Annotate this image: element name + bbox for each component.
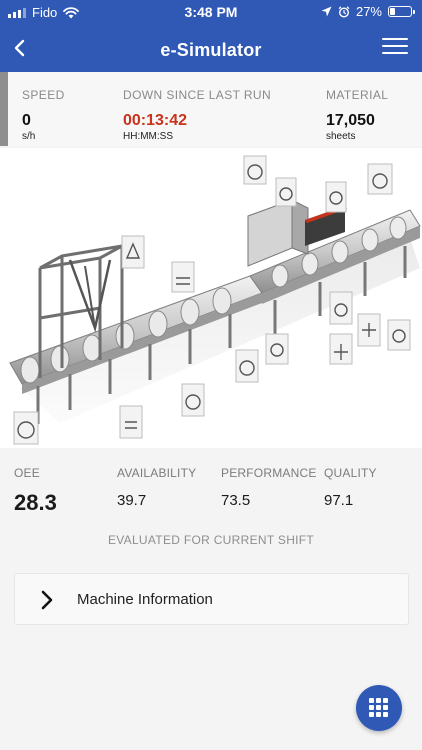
menu-line — [382, 45, 408, 47]
battery-icon — [388, 6, 415, 17]
availability-label: AVAILABILITY — [117, 466, 197, 480]
oee-label: OEE — [14, 466, 40, 480]
apps-grid-button[interactable] — [356, 685, 402, 731]
quality-label: QUALITY — [324, 466, 377, 480]
status-accent-bar — [0, 72, 8, 146]
material-metric: MATERIAL 17,050 sheets — [326, 88, 388, 142]
quality-kpi: QUALITY 97.1 — [324, 466, 377, 509]
speed-label: SPEED — [22, 88, 65, 102]
shift-note: EVALUATED FOR CURRENT SHIFT — [107, 533, 315, 547]
performance-label: PERFORMANCE — [221, 466, 317, 480]
menu-line — [382, 52, 408, 54]
speed-value: 0 — [22, 112, 31, 129]
availability-value: 39.7 — [117, 492, 147, 509]
machine-information-row[interactable]: Machine Information — [14, 573, 409, 625]
downtime-label: DOWN SINCE LAST RUN — [123, 88, 272, 102]
metrics-strip: SPEED 0 s/h DOWN SINCE LAST RUN 00:13:42… — [0, 72, 422, 146]
chevron-right-icon — [41, 590, 53, 610]
page-title: e-Simulator — [160, 40, 262, 60]
battery-percent: 27% — [355, 4, 382, 19]
machine-image — [0, 148, 422, 448]
downtime-metric: DOWN SINCE LAST RUN 00:13:42 HH:MM:SS — [123, 88, 271, 142]
downtime-value: 00:13:42 — [123, 112, 188, 129]
machine-illustration — [9, 155, 421, 445]
status-bar: Fido 3:48 PM 27% — [0, 0, 422, 24]
grid-icon — [369, 698, 389, 718]
performance-kpi: PERFORMANCE 73.5 — [221, 466, 317, 509]
machine-information-label: Machine Information — [77, 591, 213, 608]
oee-kpi: OEE 28.3 — [14, 466, 57, 516]
kpi-row: OEE 28.3 AVAILABILITY 39.7 PERFORMANCE 7… — [0, 466, 422, 526]
menu-button[interactable] — [382, 38, 408, 58]
material-unit: sheets — [326, 131, 356, 142]
location-arrow-icon — [321, 6, 332, 17]
oee-value: 28.3 — [14, 490, 57, 515]
battery-level — [390, 8, 395, 15]
performance-value: 73.5 — [221, 492, 251, 509]
material-label: MATERIAL — [326, 88, 389, 102]
quality-value: 97.1 — [324, 492, 354, 509]
app-header: Fido 3:48 PM 27% e-Simulator — [0, 0, 422, 72]
availability-kpi: AVAILABILITY 39.7 — [117, 466, 196, 509]
alarm-icon — [338, 5, 350, 18]
downtime-unit: HH:MM:SS — [123, 131, 173, 142]
speed-metric: SPEED 0 s/h — [22, 88, 65, 142]
material-value: 17,050 — [326, 112, 375, 129]
menu-line — [382, 38, 408, 40]
status-right: 27% — [321, 4, 415, 19]
speed-unit: s/h — [22, 131, 36, 142]
